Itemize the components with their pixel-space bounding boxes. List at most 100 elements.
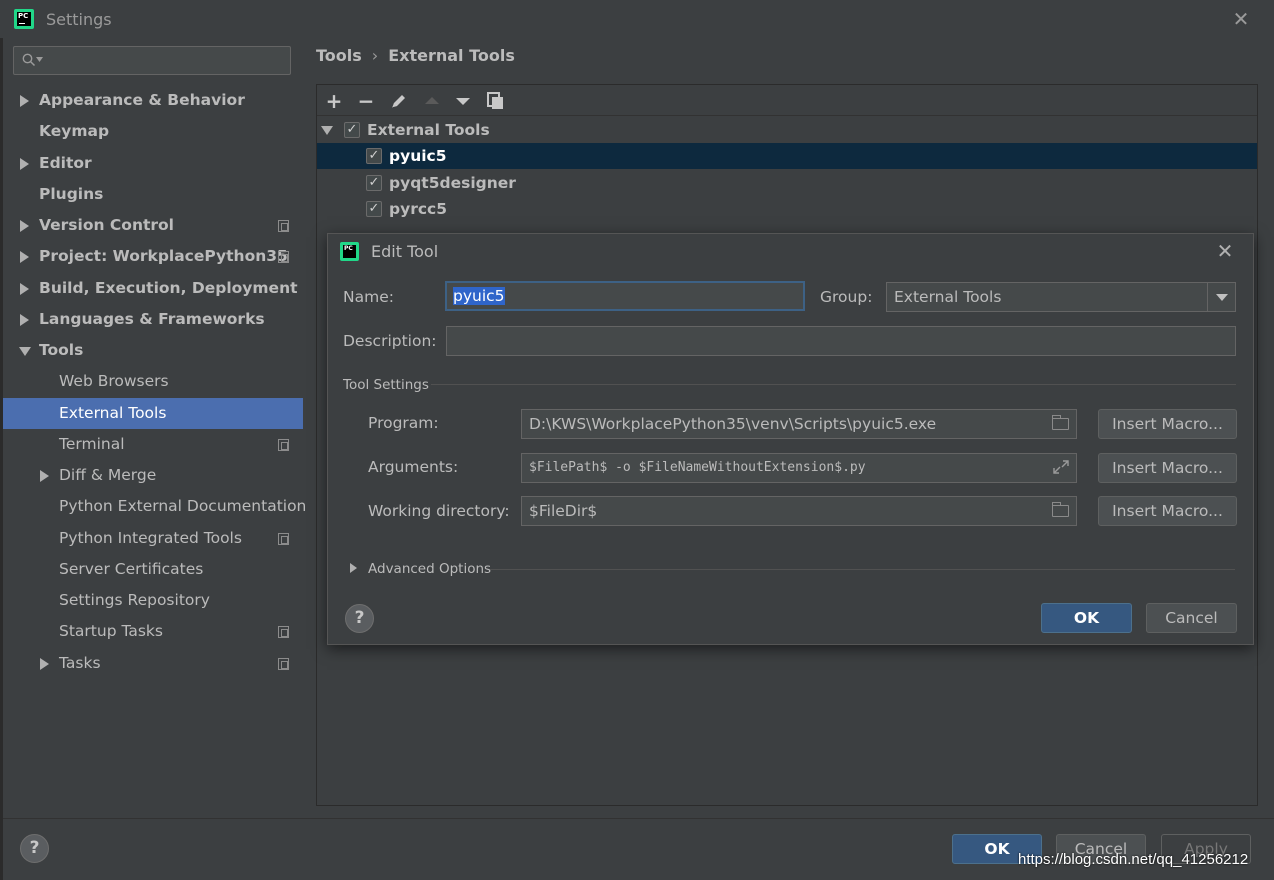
move-up-icon[interactable]	[421, 90, 443, 112]
sidebar-item-server-certificates[interactable]: Server Certificates	[3, 554, 303, 585]
watermark-text: https://blog.csdn.net/qq_41256212	[1018, 851, 1249, 868]
arguments-label: Arguments:	[368, 458, 459, 476]
title-bar: PC Settings ✕	[0, 0, 1274, 38]
window-title: Settings	[46, 10, 112, 29]
sidebar-item-plugins[interactable]: Plugins	[3, 179, 303, 210]
sidebar-item-python-integrated-tools[interactable]: Python Integrated Tools	[3, 523, 303, 554]
tree-group-label: External Tools	[367, 121, 490, 139]
breadcrumb-parent[interactable]: Tools	[316, 46, 362, 65]
sidebar-item-project[interactable]: Project: WorkplacePython35	[3, 241, 303, 272]
sidebar-item-version-control[interactable]: Version Control	[3, 210, 303, 241]
collapse-arrow-icon[interactable]	[321, 126, 333, 135]
description-label: Description:	[343, 332, 437, 350]
footer-divider	[3, 818, 1274, 819]
sidebar-item-tasks[interactable]: Tasks	[3, 648, 303, 679]
group-combobox[interactable]: External Tools	[886, 282, 1236, 312]
sidebar-item-external-tools[interactable]: External Tools	[3, 398, 303, 429]
sidebar-item-label: Appearance & Behavior	[39, 91, 245, 109]
tree-item-pyqt5designer[interactable]: ✓ pyqt5designer	[317, 170, 1257, 196]
expand-arrow-icon[interactable]	[20, 95, 29, 107]
project-scope-icon	[278, 533, 289, 545]
browse-folder-icon[interactable]	[1052, 415, 1069, 430]
sidebar-item-editor[interactable]: Editor	[3, 148, 303, 179]
tree-item-label: pyrcc5	[389, 200, 448, 218]
project-scope-icon	[278, 220, 289, 232]
tree-item-pyuic5[interactable]: ✓ pyuic5	[317, 143, 1257, 169]
tool-checkbox[interactable]: ✓	[366, 201, 382, 217]
edit-pencil-icon[interactable]	[388, 90, 410, 112]
expand-arrow-icon[interactable]	[20, 314, 29, 326]
sidebar-item-python-external-documentation[interactable]: Python External Documentation	[3, 491, 306, 522]
dialog-close-icon[interactable]: ✕	[1214, 240, 1236, 262]
sidebar-item-label: Editor	[39, 154, 92, 172]
pycharm-app-icon: PC	[14, 9, 34, 29]
move-down-icon[interactable]	[452, 90, 474, 112]
advanced-options-toggle[interactable]: Advanced Options	[368, 561, 491, 577]
working-directory-input[interactable]: $FileDir$	[521, 496, 1077, 526]
remove-icon[interactable]: −	[355, 90, 377, 112]
browse-folder-icon[interactable]	[1052, 502, 1069, 517]
sidebar-item-label: Tasks	[59, 654, 101, 672]
section-divider	[431, 384, 1236, 385]
sidebar-item-terminal[interactable]: Terminal	[3, 429, 303, 460]
sidebar-item-languages-frameworks[interactable]: Languages & Frameworks	[3, 304, 303, 335]
sidebar-item-build-execution-deployment[interactable]: Build, Execution, Deployment	[3, 273, 303, 304]
name-input[interactable]: pyuic5	[445, 281, 805, 311]
tools-toolbar: + −	[317, 85, 1257, 116]
copy-icon[interactable]	[485, 90, 507, 112]
dialog-ok-button[interactable]: OK	[1041, 603, 1132, 633]
project-scope-icon	[278, 439, 289, 451]
sidebar-item-label: Build, Execution, Deployment	[39, 279, 298, 297]
arguments-input[interactable]: $FilePath$ -o $FileNameWithoutExtension$…	[521, 453, 1077, 483]
sidebar-item-startup-tasks[interactable]: Startup Tasks	[3, 616, 303, 647]
expand-arrow-icon[interactable]	[20, 220, 29, 232]
add-icon[interactable]: +	[323, 90, 345, 112]
tool-checkbox[interactable]: ✓	[366, 175, 382, 191]
program-input[interactable]: D:\KWS\WorkplacePython35\venv\Scripts\py…	[521, 409, 1077, 439]
sidebar-item-settings-repository[interactable]: Settings Repository	[3, 585, 303, 616]
sidebar-item-label: Python Integrated Tools	[59, 529, 242, 547]
sidebar-item-appearance-behavior[interactable]: Appearance & Behavior	[3, 85, 303, 116]
sidebar-item-web-browsers[interactable]: Web Browsers	[3, 366, 303, 397]
settings-help-icon[interactable]: ?	[20, 834, 49, 863]
program-label: Program:	[368, 414, 439, 432]
sidebar-item-label: Version Control	[39, 216, 174, 234]
sidebar-item-label: Languages & Frameworks	[39, 310, 265, 328]
sidebar-item-tools[interactable]: Tools	[3, 335, 303, 366]
chevron-down-icon[interactable]	[1207, 283, 1235, 311]
search-dropdown-icon[interactable]	[36, 57, 43, 62]
expand-arrow-icon[interactable]	[20, 251, 29, 263]
group-checkbox[interactable]: ✓	[344, 122, 360, 138]
insert-macro-button-working-dir[interactable]: Insert Macro...	[1098, 496, 1237, 526]
collapse-arrow-icon[interactable]	[19, 347, 31, 356]
sidebar-item-label: Web Browsers	[59, 372, 169, 390]
sidebar-item-label: Terminal	[59, 435, 125, 453]
tool-checkbox[interactable]: ✓	[366, 148, 382, 164]
expand-arrow-icon[interactable]	[20, 283, 29, 295]
expand-arrow-icon[interactable]	[20, 158, 29, 170]
insert-macro-button-program[interactable]: Insert Macro...	[1098, 409, 1237, 439]
expand-arrow-icon[interactable]	[350, 563, 357, 573]
sidebar-item-diff-merge[interactable]: Diff & Merge	[3, 460, 303, 491]
description-input[interactable]	[446, 326, 1236, 356]
breadcrumb-current: External Tools	[388, 46, 515, 65]
sidebar-item-keymap[interactable]: Keymap	[3, 116, 303, 147]
group-label: Group:	[820, 288, 873, 306]
sidebar-item-label: External Tools	[59, 404, 167, 422]
window-close-icon[interactable]: ✕	[1230, 8, 1252, 30]
help-icon[interactable]: ?	[345, 604, 374, 633]
expand-icon[interactable]	[1052, 459, 1070, 475]
sidebar-item-label: Settings Repository	[59, 591, 210, 609]
tree-group-external-tools[interactable]: ✓ External Tools	[317, 117, 1257, 143]
expand-arrow-icon[interactable]	[40, 658, 49, 670]
insert-macro-button-arguments[interactable]: Insert Macro...	[1098, 453, 1237, 483]
expand-arrow-icon[interactable]	[40, 470, 49, 482]
sidebar-item-label: Project: WorkplacePython35	[39, 247, 288, 265]
search-input[interactable]	[13, 46, 291, 75]
search-icon	[22, 53, 36, 67]
sidebar-item-label: Server Certificates	[59, 560, 204, 578]
sidebar-item-label: Keymap	[39, 122, 110, 140]
dialog-cancel-button[interactable]: Cancel	[1146, 603, 1237, 633]
dialog-title: Edit Tool	[371, 242, 439, 261]
tree-item-pyrcc5[interactable]: ✓ pyrcc5	[317, 196, 1257, 222]
